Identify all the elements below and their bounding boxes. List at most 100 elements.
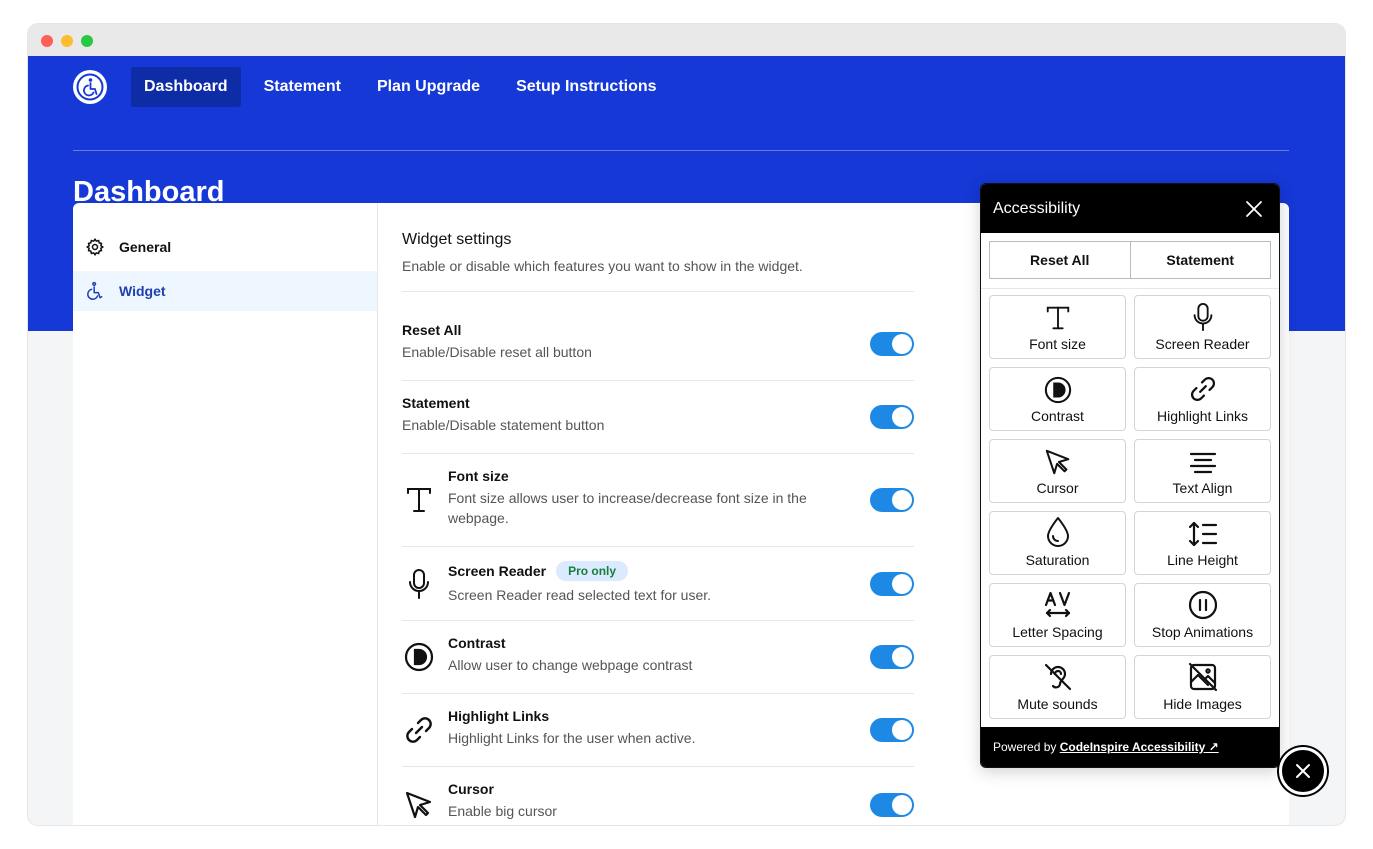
text-align-icon (1189, 452, 1216, 474)
setting-title: Reset All (402, 322, 462, 338)
contrast-icon (1044, 376, 1071, 404)
wheelchair-icon (87, 281, 103, 300)
tile-label: Hide Images (1163, 696, 1242, 712)
setting-text: Contrast Allow user to change webpage co… (448, 635, 848, 675)
link-icon (1190, 376, 1215, 402)
section-subtitle: Enable or disable which features you wan… (402, 258, 803, 274)
cursor-toggle[interactable] (870, 793, 914, 817)
setting-description: Highlight Links for the user when active… (448, 730, 696, 746)
sidebar-item-label: General (119, 239, 172, 255)
tile-contrast[interactable]: Contrast (989, 367, 1126, 431)
contrast-toggle[interactable] (870, 645, 914, 669)
section-divider (402, 291, 914, 292)
tile-saturation[interactable]: Saturation (989, 511, 1126, 575)
sidebar-item-widget[interactable]: Widget (73, 271, 377, 311)
statement-button[interactable]: Statement (1129, 242, 1271, 278)
tile-label: Contrast (1031, 408, 1084, 424)
microphone-icon (1193, 303, 1212, 331)
microphone-icon (402, 567, 436, 601)
contrast-icon (402, 640, 436, 674)
app-logo[interactable] (73, 70, 107, 104)
setting-description: Allow user to change webpage contrast (448, 657, 693, 673)
setting-row-highlight-links: Highlight Links Highlight Links for the … (402, 694, 914, 767)
tile-label: Text Align (1172, 480, 1233, 496)
pro-only-badge: Pro only (556, 561, 629, 581)
tile-highlight-links[interactable]: Highlight Links (1134, 367, 1271, 431)
setting-row-screen-reader: Screen Reader Pro only Screen Reader rea… (402, 547, 914, 621)
top-nav: Dashboard Statement Plan Upgrade Setup I… (73, 67, 680, 107)
setting-description: Enable/Disable statement button (402, 417, 605, 433)
line-height-icon (1188, 521, 1217, 547)
tile-font-size[interactable]: Font size (989, 295, 1126, 359)
tile-label: Font size (1029, 336, 1086, 352)
close-icon[interactable] (1243, 198, 1265, 220)
tile-label: Line Height (1167, 552, 1238, 568)
window-titlebar (28, 24, 1345, 56)
font-size-toggle[interactable] (870, 488, 914, 512)
maximize-window-button[interactable] (81, 35, 93, 47)
setting-description: Screen Reader read selected text for use… (448, 587, 712, 603)
nav-plan-upgrade[interactable]: Plan Upgrade (364, 67, 493, 107)
close-icon (1296, 764, 1310, 778)
setting-text: Reset All Enable/Disable reset all butto… (402, 322, 802, 362)
close-window-button[interactable] (41, 35, 53, 47)
feature-grid: Font size Screen Reader Contrast Highlig… (989, 295, 1271, 719)
font-size-icon (1046, 306, 1069, 330)
tile-label: Mute sounds (1017, 696, 1098, 712)
highlight-links-toggle[interactable] (870, 718, 914, 742)
tile-cursor[interactable]: Cursor (989, 439, 1126, 503)
hide-image-icon (1188, 662, 1217, 692)
reset-all-toggle[interactable] (870, 332, 914, 356)
setting-title: Statement (402, 395, 470, 411)
nav-divider (73, 150, 1289, 151)
tile-label: Screen Reader (1155, 336, 1250, 352)
tile-hide-images[interactable]: Hide Images (1134, 655, 1271, 719)
minimize-window-button[interactable] (61, 35, 73, 47)
mute-icon (1044, 663, 1071, 691)
setting-row-contrast: Contrast Allow user to change webpage co… (402, 621, 914, 694)
setting-title: Screen Reader Pro only (448, 561, 848, 581)
tile-line-height[interactable]: Line Height (1134, 511, 1271, 575)
tile-stop-animations[interactable]: Stop Animations (1134, 583, 1271, 647)
setting-title: Font size (448, 468, 509, 484)
setting-title-text: Screen Reader (448, 563, 547, 579)
tile-mute-sounds[interactable]: Mute sounds (989, 655, 1126, 719)
tile-label: Cursor (1036, 480, 1079, 496)
nav-dashboard[interactable]: Dashboard (131, 67, 241, 107)
screen-reader-toggle[interactable] (870, 571, 914, 596)
font-size-icon (402, 483, 436, 517)
panel-actions: Reset All Statement (989, 241, 1271, 279)
tile-label: Letter Spacing (1012, 624, 1103, 640)
setting-description: Font size allows user to increase/decrea… (448, 490, 807, 526)
setting-title: Cursor (448, 781, 494, 797)
reset-all-button[interactable]: Reset All (990, 242, 1130, 278)
cursor-icon (1045, 449, 1069, 475)
setting-text: Font size Font size allows user to incre… (448, 468, 848, 528)
nav-setup-instructions[interactable]: Setup Instructions (503, 67, 669, 107)
sidebar-item-label: Widget (119, 283, 166, 299)
codeinspire-link[interactable]: CodeInspire Accessibility ↗ (1060, 740, 1219, 754)
gear-icon (86, 238, 104, 256)
sidebar-item-general[interactable]: General (73, 227, 377, 267)
setting-text: Screen Reader Pro only Screen Reader rea… (448, 561, 848, 605)
panel-header: Accessibility (981, 184, 1279, 233)
sidebar: General Widget (73, 203, 378, 825)
tile-label: Stop Animations (1151, 624, 1254, 640)
link-icon (402, 713, 436, 747)
setting-description: Enable big cursor (448, 803, 557, 819)
setting-description: Enable/Disable reset all button (402, 344, 592, 360)
setting-row-reset-all: Reset All Enable/Disable reset all butto… (402, 308, 914, 381)
tile-text-align[interactable]: Text Align (1134, 439, 1271, 503)
tile-screen-reader[interactable]: Screen Reader (1134, 295, 1271, 359)
setting-row-statement: Statement Enable/Disable statement butto… (402, 381, 914, 454)
tile-letter-spacing[interactable]: Letter Spacing (989, 583, 1126, 647)
tile-label: Saturation (1025, 552, 1090, 568)
setting-row-cursor: Cursor Enable big cursor (402, 767, 914, 825)
statement-toggle[interactable] (870, 405, 914, 429)
setting-text: Statement Enable/Disable statement butto… (402, 395, 802, 435)
panel-divider (981, 288, 1279, 289)
footer-prefix: Powered by (993, 740, 1060, 754)
nav-statement[interactable]: Statement (251, 67, 354, 107)
widget-toggle-button[interactable] (1279, 747, 1327, 795)
setting-title: Highlight Links (448, 708, 550, 724)
